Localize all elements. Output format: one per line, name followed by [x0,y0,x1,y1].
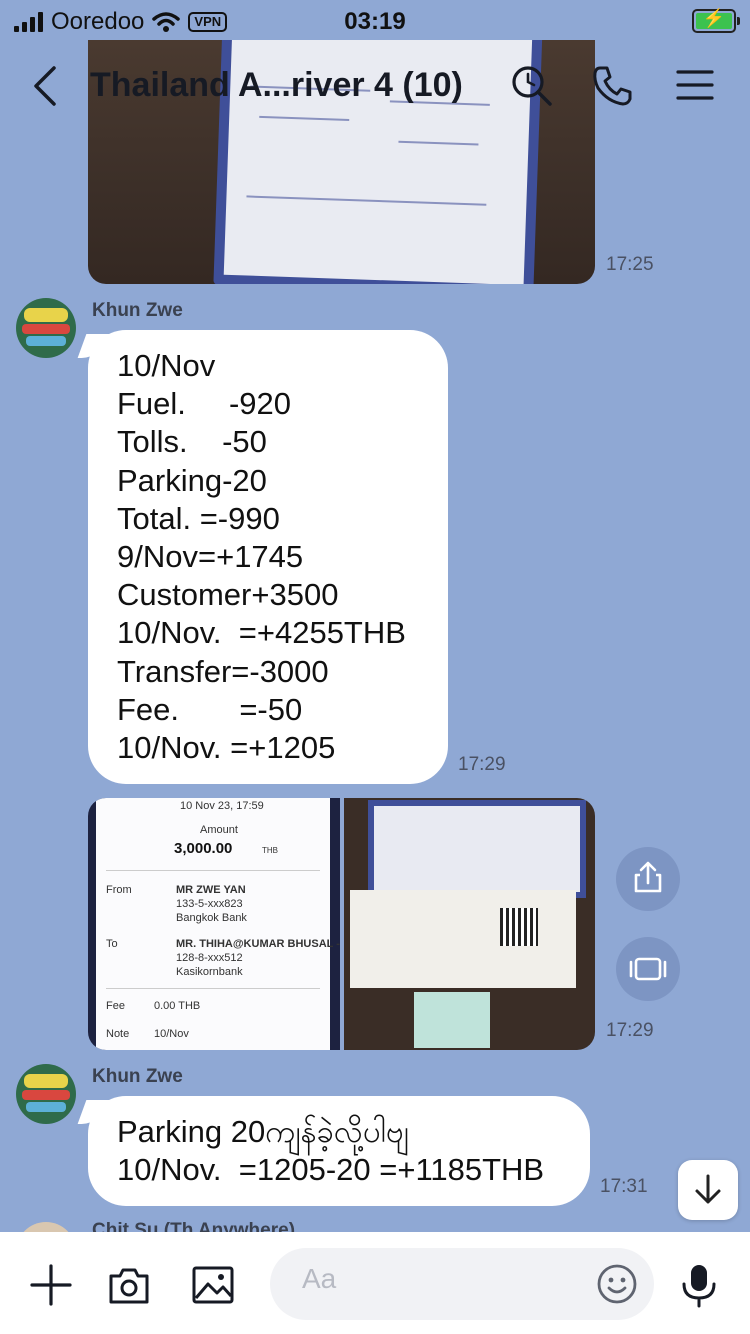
receipt-date: 10 Nov 23, 17:59 [180,800,264,812]
plus-icon[interactable] [28,1262,74,1308]
avatar[interactable] [16,1064,76,1124]
amount-currency: THB [262,846,278,855]
sender-name: Khun Zwe [92,300,183,321]
ticket-receipt-photo[interactable] [344,798,595,1050]
emoji-icon[interactable] [596,1263,638,1305]
from-bank: Bangkok Bank [176,912,247,924]
to-account: 128-8-xxx512 [176,952,243,964]
phone-icon[interactable] [590,62,636,108]
message-line: Customer+3500 [117,577,339,613]
amount-label: Amount [200,824,238,836]
avatar[interactable] [16,298,76,358]
share-button[interactable] [616,847,680,911]
fee-label: Fee [106,1000,125,1012]
message-line: Parking-20 [117,462,267,498]
from-label: From [106,884,132,896]
message-line: 10/Nov [117,348,216,383]
stub-image [414,992,490,1048]
qr-code-image [500,908,538,946]
message-timestamp: 17:29 [458,754,506,775]
back-arrow-icon[interactable] [26,62,66,110]
menu-icon[interactable] [672,62,718,108]
image-icon[interactable] [190,1262,236,1308]
message-line: Total. =-990 [117,500,280,536]
message-line: 10/Nov. =+4255THB [117,615,406,651]
from-name: MR ZWE YAN [176,884,246,896]
fee-value: 0.00 THB [154,1000,201,1012]
message-input-wrap [270,1248,654,1320]
to-label: To [106,938,118,950]
message-bubble[interactable]: Parking 20ကျန်ခဲ့လို့ပါဗျ 10/Nov. =1205-… [77,1096,590,1206]
message-timestamp: 17:31 [600,1176,648,1197]
ticket-image [368,800,586,898]
status-time: 03:19 [344,8,406,35]
message-bubble[interactable]: 10/Nov Fuel. -920 Tolls. -50 Parking-20 … [77,330,448,784]
from-account: 133-5-xxx823 [176,898,243,910]
arrow-down-icon [695,1174,721,1204]
amount-value: 3,000.00 [174,840,233,857]
to-bank: Kasikornbank [176,966,243,978]
message-composer [0,1232,750,1334]
image-timestamp: 17:29 [606,1020,654,1041]
to-name: MR. THIHA@KUMAR BHUSAL - [176,938,340,950]
message-input[interactable] [300,1262,564,1296]
battery-icon: ⚡ [692,8,740,33]
receipt-paper-image [350,890,576,988]
message-line: Transfer=-3000 [117,653,329,689]
message-line: Fuel. -920 [117,386,292,422]
transfer-receipt-image[interactable]: 10 Nov 23, 17:59 Amount 3,000.00 THB Fro… [88,798,340,1050]
message-line: Tolls. -50 [117,424,267,460]
note-label: Note [106,1028,130,1040]
message-line: 9/Nov=+1745 [117,539,304,575]
album-icon [629,957,667,981]
camera-icon[interactable] [106,1262,152,1308]
microphone-icon[interactable] [676,1262,722,1308]
status-bar: Ooredoo VPN 03:19 ⚡ [0,0,750,44]
sender-name: Khun Zwe [92,1066,183,1087]
photo-timestamp: 17:25 [606,254,654,275]
search-icon[interactable] [508,62,554,108]
message-line: Fee. =-50 [117,691,303,727]
chat-header: Thailand A...river 4 (10) [0,44,750,128]
message-line: Parking 20ကျန်ခဲ့လို့ပါဗျ [117,1114,409,1149]
share-icon [634,861,662,893]
chat-title[interactable]: Thailand A...river 4 (10) [90,66,463,105]
scroll-to-bottom-button[interactable] [678,1160,738,1220]
message-line: 10/Nov. =1205-20 =+1185THB [117,1152,545,1188]
note-value: 10/Nov [154,1028,189,1040]
message-line: 10/Nov. =+1205 [117,730,336,766]
view-album-button[interactable] [616,937,680,1001]
